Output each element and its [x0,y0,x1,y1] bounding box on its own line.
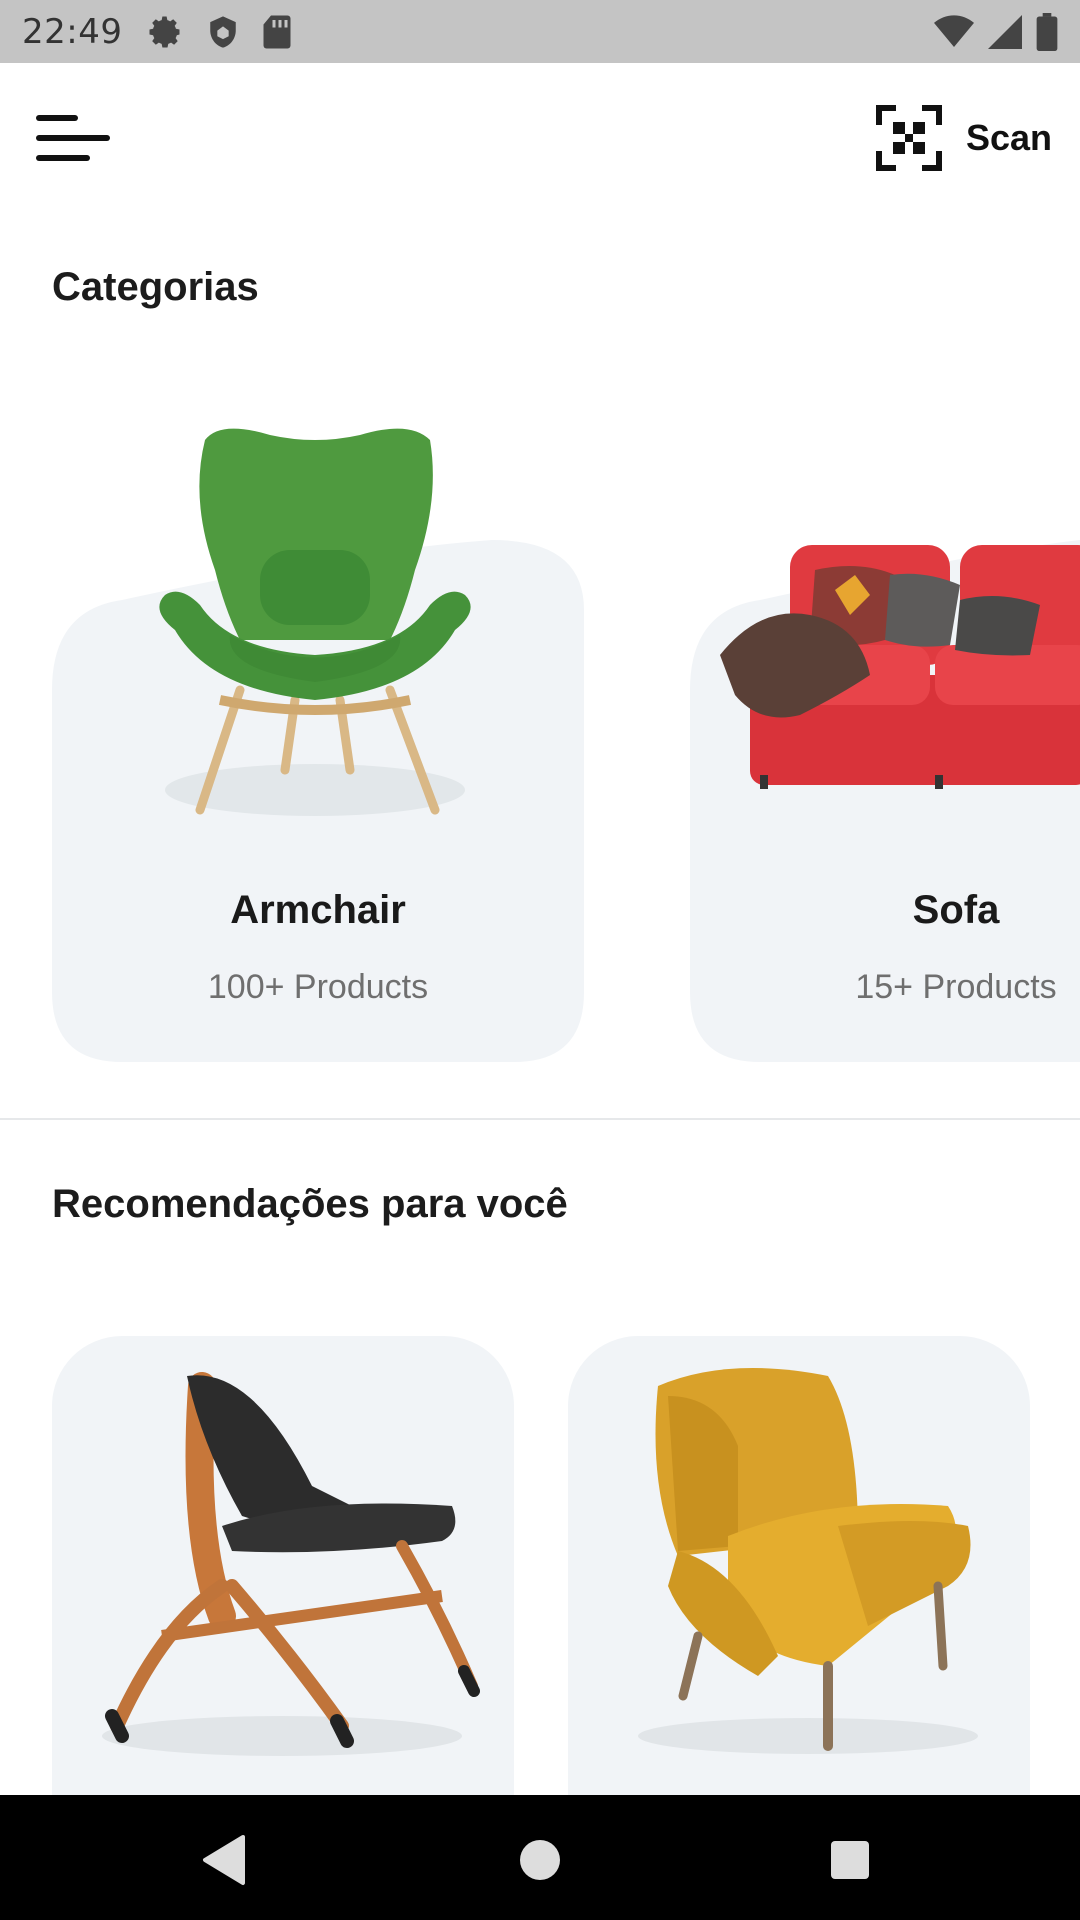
back-icon [203,1835,245,1885]
status-bar: 22:49 [0,0,1080,63]
sd-card-icon [263,15,291,48]
menu-button[interactable] [30,103,116,173]
settings-icon [149,16,180,47]
scan-button[interactable]: Scan [875,103,1052,173]
sofa-image [720,545,1080,789]
navigation-bar [0,1795,1080,1920]
section-divider [0,1118,1080,1120]
qr-scan-icon [875,105,942,171]
yellow-armchair-image [638,1368,978,1754]
battery-icon [1036,12,1058,51]
category-count: 15+ Products [855,968,1057,1006]
armchair-image [159,428,471,816]
shield-icon [210,15,237,48]
category-name: Sofa [912,888,1000,932]
categories-title: Categorias [52,265,259,309]
status-time: 22:49 [22,11,123,52]
recommendation-card[interactable] [52,1336,514,1796]
recommendation-card[interactable] [568,1336,1030,1796]
app-bar: Scan [0,63,1080,213]
black-wooden-chair-image [102,1372,480,1756]
category-count: 100+ Products [207,968,429,1006]
menu-icon [36,115,110,161]
home-button[interactable] [505,1825,575,1895]
recents-button[interactable] [815,1825,885,1895]
home-icon [520,1840,560,1880]
back-button[interactable] [190,1825,260,1895]
recommendations-title: Recomendações para você [52,1182,568,1226]
status-icons-right [934,0,1058,63]
signal-icon [988,14,1022,49]
wifi-icon [934,14,974,47]
category-name: Armchair [230,888,406,932]
scan-label: Scan [965,117,1052,158]
status-icons-left [148,14,292,50]
recents-icon [831,1841,869,1879]
